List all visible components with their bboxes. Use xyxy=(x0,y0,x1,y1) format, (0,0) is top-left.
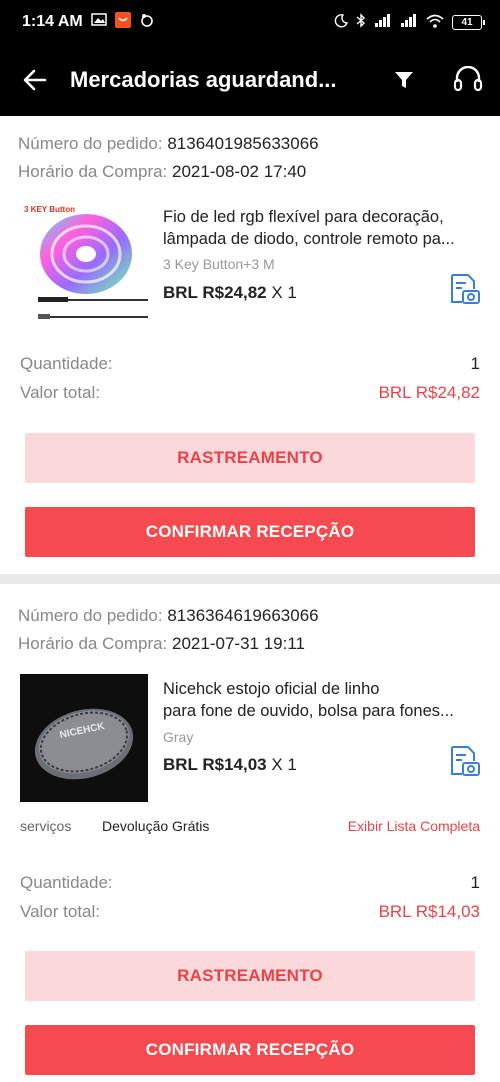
page-title: Mercadorias aguardand... xyxy=(70,67,337,92)
app-notification-icon xyxy=(139,12,155,33)
order-card: Número do pedido: 8136364619663066 Horár… xyxy=(0,584,500,1082)
signal-icon xyxy=(374,14,392,30)
wifi-icon xyxy=(426,14,444,31)
quantity-suffix: X 1 xyxy=(271,283,297,302)
bluetooth-icon xyxy=(356,13,366,31)
order-number-label: Número do pedido: xyxy=(18,606,163,625)
status-bar: 1:14 AM 41 xyxy=(0,0,500,44)
quantity-value: 1 xyxy=(470,354,480,373)
product-variant: 3 Key Button+3 M xyxy=(163,256,275,272)
order-number-row: Número do pedido: 8136401985633066 xyxy=(18,134,319,154)
order-number-label: Número do pedido: xyxy=(18,134,163,153)
total-value: BRL R$24,82 xyxy=(378,383,480,402)
view-full-list-link[interactable]: Exibir Lista Completa xyxy=(348,818,480,834)
unit-price: BRL R$14,03 xyxy=(163,755,267,774)
gallery-notification-icon xyxy=(91,13,107,31)
tracking-button[interactable]: RASTREAMENTO xyxy=(25,433,475,483)
product-variant: Gray xyxy=(163,729,194,745)
confirm-receipt-button[interactable]: CONFIRMAR RECEPÇÃO xyxy=(25,507,475,557)
total-label: Valor total: xyxy=(20,383,101,402)
purchase-time-row: Horário da Compra: 2021-07-31 19:11 xyxy=(18,634,305,654)
purchase-time-row: Horário da Compra: 2021-08-02 17:40 xyxy=(18,162,306,182)
led-strip-image: 3 KEY Button xyxy=(20,200,148,328)
total-row: Valor total: BRL R$24,82 xyxy=(20,383,480,403)
document-camera-icon xyxy=(451,274,480,304)
customer-service-button[interactable] xyxy=(436,44,500,116)
product-title-line: lâmpada de diodo, controle remoto pa... xyxy=(163,230,455,248)
product-title-line: para fone de ouvido, bolsa para fones... xyxy=(163,702,454,720)
quantity-row: Quantidade: 1 xyxy=(20,873,480,893)
filter-icon xyxy=(395,72,413,88)
total-label: Valor total: xyxy=(20,902,101,921)
purchase-time-value: 2021-07-31 19:11 xyxy=(172,634,305,653)
thumb-caption: 3 KEY Button xyxy=(24,205,75,214)
order-number-value: 8136401985633066 xyxy=(167,134,319,153)
total-value: BRL R$14,03 xyxy=(378,902,480,921)
product-title[interactable]: Nicehck estojo oficial de linho para fon… xyxy=(163,678,483,722)
signal-2-icon xyxy=(400,14,418,30)
services-value: Devolução Grátis xyxy=(102,818,210,834)
order-number-row: Número do pedido: 8136364619663066 xyxy=(18,606,319,626)
filter-button[interactable] xyxy=(372,44,436,116)
product-title[interactable]: Fio de led rgb flexível para decoração, … xyxy=(163,206,483,250)
quantity-label: Quantidade: xyxy=(20,873,113,892)
earphone-case-image: NICEHCK xyxy=(20,674,148,802)
battery-icon: 41 xyxy=(452,14,485,30)
services-label: serviços xyxy=(20,818,72,834)
tracking-button[interactable]: RASTREAMENTO xyxy=(25,951,475,1001)
order-divider xyxy=(0,574,500,584)
quantity-suffix: X 1 xyxy=(271,755,297,774)
arrow-left-icon xyxy=(23,69,47,91)
battery-level: 41 xyxy=(461,16,473,28)
product-thumbnail[interactable]: NICEHCK xyxy=(20,674,148,802)
document-camera-icon xyxy=(451,746,480,776)
back-button[interactable] xyxy=(0,44,70,116)
services-row: serviços Devolução Grátis Exibir Lista C… xyxy=(20,818,480,834)
total-row: Valor total: BRL R$14,03 xyxy=(20,902,480,922)
purchase-time-label: Horário da Compra: xyxy=(18,634,168,653)
quantity-value: 1 xyxy=(470,873,480,892)
product-title-line: Fio de led rgb flexível para decoração, xyxy=(163,208,444,226)
unit-price: BRL R$24,82 xyxy=(163,283,267,302)
price-row: BRL R$24,82 X 1 xyxy=(163,283,297,303)
product-thumbnail[interactable]: 3 KEY Button xyxy=(20,200,148,328)
top-app-bar: Mercadorias aguardand... xyxy=(0,44,500,116)
photo-review-button[interactable] xyxy=(447,744,481,778)
headset-icon xyxy=(453,66,483,92)
photo-review-button[interactable] xyxy=(447,272,481,306)
purchase-time-value: 2021-08-02 17:40 xyxy=(172,162,307,181)
status-time: 1:14 AM xyxy=(22,13,83,30)
purchase-time-label: Horário da Compra: xyxy=(18,162,168,181)
aliexpress-notification-icon xyxy=(114,11,131,33)
quantity-row: Quantidade: 1 xyxy=(20,354,480,374)
price-row: BRL R$14,03 X 1 xyxy=(163,755,297,775)
order-card: Número do pedido: 8136401985633066 Horár… xyxy=(0,116,500,574)
order-number-value: 8136364619663066 xyxy=(167,606,319,625)
product-title-line: Nicehck estojo oficial de linho xyxy=(163,680,380,698)
quantity-label: Quantidade: xyxy=(20,354,113,373)
do-not-disturb-moon-icon xyxy=(334,13,349,31)
confirm-receipt-button[interactable]: CONFIRMAR RECEPÇÃO xyxy=(25,1025,475,1075)
